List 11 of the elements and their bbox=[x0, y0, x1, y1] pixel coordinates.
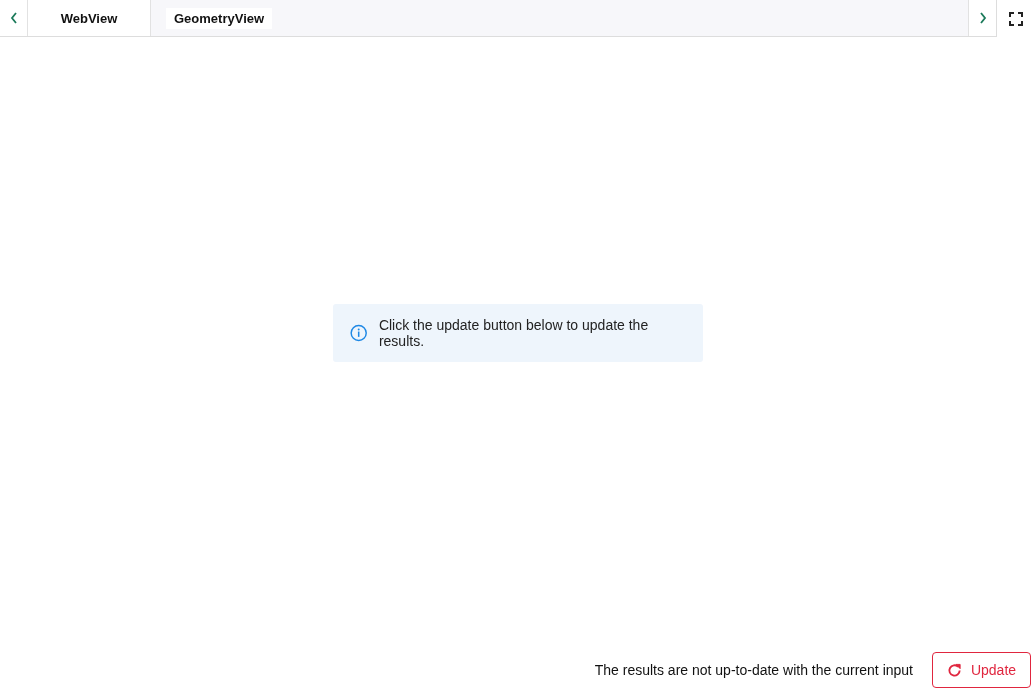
scroll-left-button[interactable] bbox=[0, 0, 28, 36]
fullscreen-icon bbox=[1009, 11, 1023, 26]
update-button[interactable]: Update bbox=[932, 652, 1031, 688]
tab[interactable]: WebView bbox=[28, 0, 151, 36]
refresh-icon bbox=[946, 662, 962, 678]
status-text: The results are not up-to-date with the current input bbox=[594, 662, 913, 678]
chevron-right-icon bbox=[978, 12, 987, 24]
chevron-left-icon bbox=[9, 12, 18, 24]
info-message: Click the update button below to update the results. bbox=[378, 316, 650, 349]
tab[interactable]: GeometryView bbox=[166, 7, 273, 29]
info-icon bbox=[349, 323, 367, 342]
